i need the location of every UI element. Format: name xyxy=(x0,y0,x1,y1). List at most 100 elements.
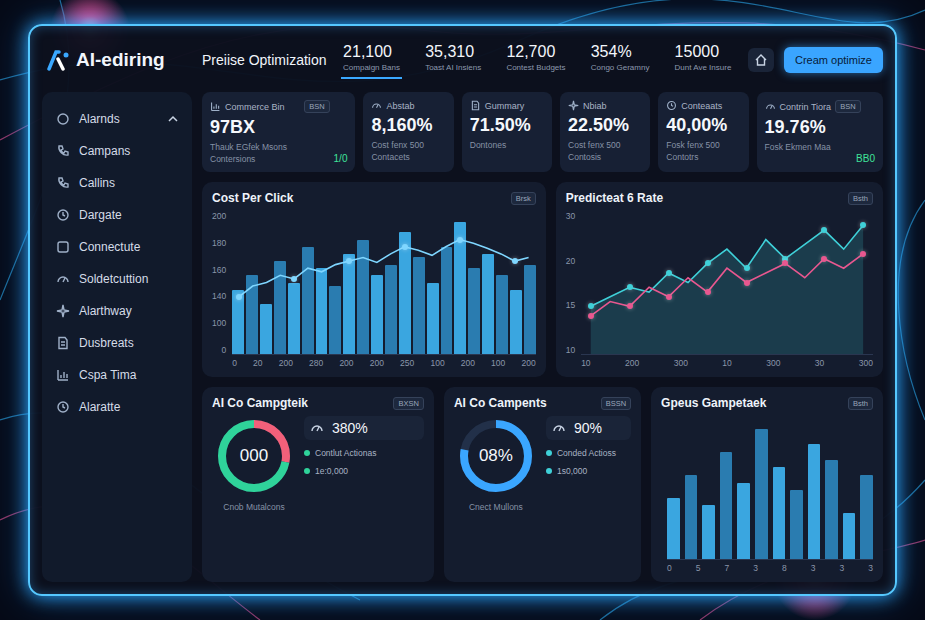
x-tick: 30 xyxy=(815,358,824,368)
sidebar-group[interactable]: Alarnds xyxy=(52,106,182,132)
stat-tab[interactable]: 354%Congo Geramny xyxy=(589,41,652,79)
logo[interactable]: AI-ediring xyxy=(42,49,192,71)
x-tick: 300 xyxy=(766,358,780,368)
kpi-card-header: Commerce BinBSN xyxy=(210,100,330,113)
sidebar-item[interactable]: Dargate xyxy=(52,202,182,228)
kpi-value: 71.50% xyxy=(470,115,544,136)
bar xyxy=(860,475,873,559)
clock-icon xyxy=(56,208,70,222)
donut-chart: 000 xyxy=(214,416,294,496)
share-button[interactable] xyxy=(748,48,774,72)
donut-title: AI Co Campgteik xyxy=(212,396,387,410)
kpi-card[interactable]: Commerce BinBSN97BXThauk EGfek MsonsCont… xyxy=(202,92,355,172)
kpi-badge: BSN xyxy=(835,100,860,113)
x-tick: 7 xyxy=(725,563,730,573)
chart-point xyxy=(666,294,672,300)
main: Commerce BinBSN97BXThauk EGfek MsonsCont… xyxy=(202,92,883,582)
kpi-card[interactable]: Abstab8,160%Cost fenx 500Contacets xyxy=(363,92,453,172)
chart-point xyxy=(588,303,594,309)
optimize-button[interactable]: Cream optimize xyxy=(784,47,883,73)
donut-footer: Cnob Mutalcons xyxy=(223,502,284,512)
x-axis: 102003001030030300 xyxy=(581,358,873,368)
bar xyxy=(737,483,750,559)
kpi-card[interactable]: Conteaats40,00%Fosk fenx 500Contotrs xyxy=(658,92,748,172)
stat-tab[interactable]: 21,100Compaign Bans xyxy=(341,41,402,79)
doc-icon xyxy=(470,100,481,111)
sidebar-item[interactable]: Campans xyxy=(52,138,182,164)
stat-label: Congo Geramny xyxy=(591,63,650,72)
kpi-card[interactable]: Nbiab22.50%Cost fenx 500Contosis xyxy=(560,92,650,172)
stat-tab[interactable]: 35,310Toast AI Insiens xyxy=(423,41,483,79)
sidebar-item[interactable]: Alaratte xyxy=(52,394,182,420)
kpi-caption: Contersions xyxy=(210,154,330,164)
sidebar-item[interactable]: Cspa Tima xyxy=(52,362,182,388)
donut-segment xyxy=(222,424,286,488)
legend-dot xyxy=(304,450,310,456)
stat-tab[interactable]: 12,700Contest Budgets xyxy=(504,41,567,79)
kpi-caption: Fosk Ekmen Maa xyxy=(765,142,853,152)
kpi-card-body: Nbiab22.50%Cost fenx 500Contosis xyxy=(568,100,642,164)
sidebar-item[interactable]: Dusbreats xyxy=(52,330,182,356)
gauge-icon xyxy=(765,101,776,112)
phone-icon xyxy=(56,144,70,158)
bar xyxy=(385,265,397,354)
circle-icon xyxy=(56,112,70,126)
bar xyxy=(468,268,480,354)
donut-card: AI Co CampentsBSSN08%Cnect Mullons90%Con… xyxy=(444,387,641,582)
chart-row: Cost Per ClickBrsk2001801601401000020200… xyxy=(202,182,883,377)
line-series xyxy=(581,211,873,354)
kpi-caption: Contacets xyxy=(371,152,445,162)
bar xyxy=(343,254,355,354)
bar xyxy=(790,490,803,559)
kpi-card-title: Nbiab xyxy=(583,101,642,111)
page-title: Preiise Optimization xyxy=(202,52,327,68)
clock-icon xyxy=(666,100,677,111)
sidebar-item-label: Alaratte xyxy=(79,400,178,414)
bar xyxy=(288,283,300,355)
bar xyxy=(755,429,768,559)
x-tick: 280 xyxy=(309,358,323,368)
chart-row: AI Co CampgteikBXSN000Cnob Mutalcons380%… xyxy=(202,387,883,582)
chart-badge: Bsth xyxy=(848,192,873,205)
donut-segment xyxy=(464,424,528,488)
kpi-card-title: Contrin Tiora xyxy=(780,102,832,112)
kpi-card-body: Conteaats40,00%Fosk fenx 500Contotrs xyxy=(666,100,740,164)
groups-bar-chart: Gpeus GampetaekBsth05738333 xyxy=(651,387,883,582)
chart-header: Predicteat 6 Rate Bsth xyxy=(566,191,873,205)
chart-point xyxy=(705,289,711,295)
gauge-icon xyxy=(371,100,382,111)
kpi-cards: Commerce BinBSN97BXThauk EGfek MsonsCont… xyxy=(202,92,883,172)
y-tick: 20 xyxy=(566,256,575,266)
plot-area xyxy=(232,211,535,355)
stat-tab[interactable]: 15000Dunt Ave Insure xyxy=(673,41,734,79)
kpi-value: 40,00% xyxy=(666,115,740,136)
bar xyxy=(427,283,439,355)
sidebar-item[interactable]: Connectute xyxy=(52,234,182,260)
plot-area xyxy=(581,211,873,355)
x-tick: 100 xyxy=(430,358,444,368)
donut-segment xyxy=(222,424,286,488)
x-tick: 200 xyxy=(370,358,384,368)
sidebar-item[interactable]: Alarthway xyxy=(52,298,182,324)
sidebar-item-label: Dargate xyxy=(79,208,178,222)
sidebar-item[interactable]: Soldetcuttion xyxy=(52,266,182,292)
chevron-icon[interactable] xyxy=(168,114,178,124)
optimize-button-label: Cream optimize xyxy=(795,54,872,66)
chart-body: 05738333 xyxy=(661,416,873,573)
x-tick: 3 xyxy=(811,563,816,573)
gauge-icon xyxy=(56,272,70,286)
legend-label: 1s0,000 xyxy=(557,466,587,476)
kpi-card[interactable]: Contrin TioraBSN19.76%Fosk Ekmen MaaBB0 xyxy=(757,92,883,172)
chart-title: Cost Per Click xyxy=(212,191,505,205)
y-tick: 15 xyxy=(566,300,575,310)
legend-item: 1s0,000 xyxy=(546,466,631,476)
chart-point xyxy=(744,280,750,286)
dashboard-frame: AI-ediring Preiise Optimization 21,100Comp… xyxy=(28,24,897,596)
kpi-caption: Contosis xyxy=(568,152,642,162)
y-tick: 180 xyxy=(212,238,226,248)
kpi-card[interactable]: Gummary71.50%Dontones xyxy=(462,92,552,172)
chart-title: Predicteat 6 Rate xyxy=(566,191,842,205)
sidebar-item[interactable]: Callins xyxy=(52,170,182,196)
kpi-card-body: Commerce BinBSN97BXThauk EGfek MsonsCont… xyxy=(210,100,330,164)
bar xyxy=(825,460,838,559)
